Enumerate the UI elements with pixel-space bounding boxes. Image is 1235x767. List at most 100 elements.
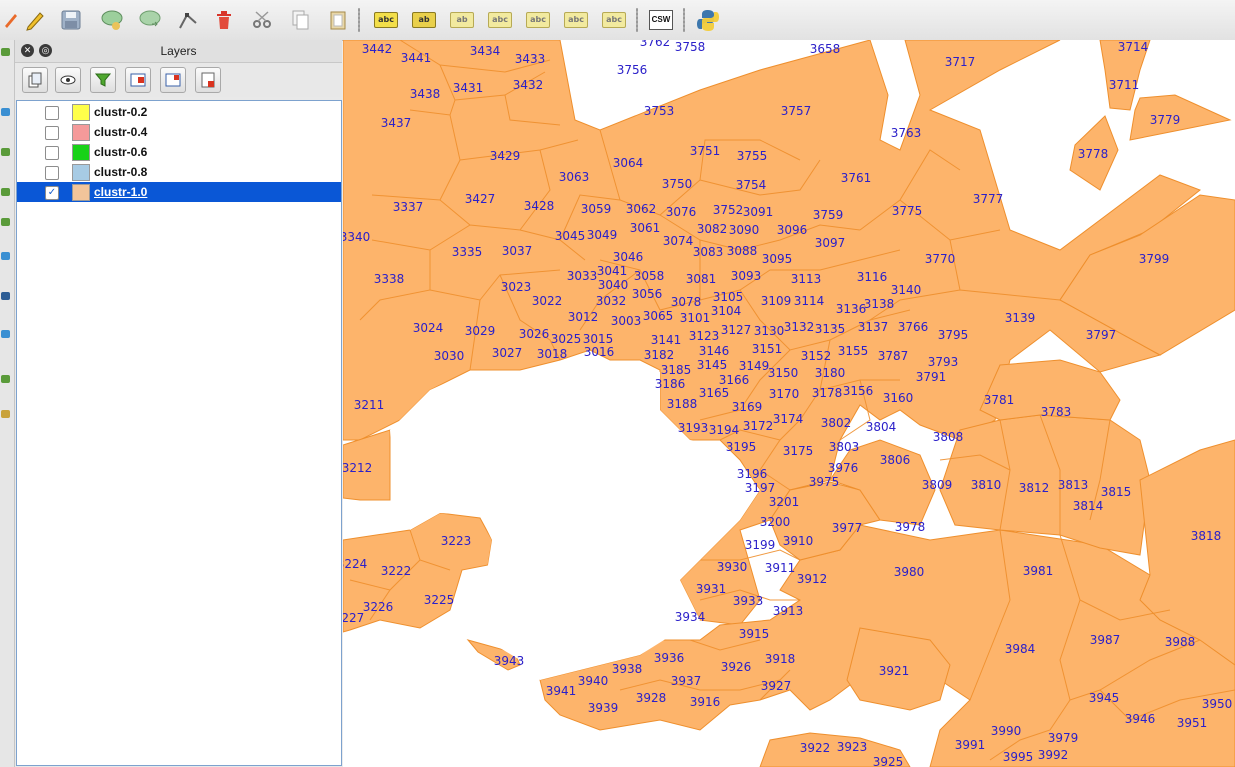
more-tools-icon[interactable] bbox=[1, 410, 10, 418]
polygon-label: 3116 bbox=[856, 270, 888, 284]
map-canvas[interactable]: 3442 3434 3762 3758 3658 3714 3441 3433 3717 3756… bbox=[343, 40, 1235, 767]
polygon-label: 3437 bbox=[380, 116, 412, 130]
polygon-label: 3939 bbox=[587, 701, 619, 715]
polygon-label: 3778 bbox=[1077, 147, 1109, 161]
polygon-label: 3756 bbox=[616, 63, 648, 77]
polygon-label: 3180 bbox=[814, 366, 846, 380]
polygon-label: 3814 bbox=[1072, 499, 1104, 513]
polygon-label: 3029 bbox=[464, 324, 496, 338]
polygon-label: 3224 bbox=[343, 557, 368, 571]
polygon-label: 3063 bbox=[558, 170, 590, 184]
add-wfs-icon[interactable] bbox=[1, 330, 10, 338]
polygon-label: 3139 bbox=[1004, 311, 1036, 325]
polygon-label: 3081 bbox=[685, 272, 717, 286]
polygon-label: 3991 bbox=[954, 738, 986, 752]
polygon-label: 3024 bbox=[412, 321, 444, 335]
add-vector-icon[interactable] bbox=[1, 148, 10, 156]
polygon-label: 3714 bbox=[1117, 40, 1149, 54]
add-postgis-icon[interactable] bbox=[1, 188, 10, 196]
layer-row-clustr-0.4[interactable]: clustr-0.4 bbox=[17, 122, 341, 142]
polygon-label: 3711 bbox=[1108, 78, 1140, 92]
python-console-icon[interactable] bbox=[694, 6, 722, 34]
polygon-label: 3779 bbox=[1149, 113, 1181, 127]
node-tool-icon[interactable] bbox=[174, 6, 202, 34]
polygon-label: 3165 bbox=[698, 386, 730, 400]
polygon-label: 3003 bbox=[610, 314, 642, 328]
polygon-label: 3109 bbox=[760, 294, 792, 308]
manage-visibility-icon[interactable] bbox=[55, 67, 81, 93]
polygon-label: 3766 bbox=[897, 320, 929, 334]
polygon-label: 3799 bbox=[1138, 252, 1170, 266]
polygon-label: 3429 bbox=[489, 149, 521, 163]
layer-visibility-checkbox[interactable] bbox=[45, 146, 59, 160]
move-label-icon[interactable]: abc bbox=[524, 6, 552, 34]
add-raster-icon[interactable] bbox=[1, 108, 10, 116]
layers-panel: ✕ ◎ Layers clustr-0.2 clustr-0.4 clustr-… bbox=[15, 40, 342, 767]
csw-icon[interactable]: CSW bbox=[647, 6, 675, 34]
polygon-label: 3200 bbox=[759, 515, 791, 529]
polygon-label: 3130 bbox=[753, 324, 785, 338]
remove-layer-icon[interactable] bbox=[195, 67, 221, 93]
layer-labeling-icon[interactable]: ab bbox=[410, 6, 438, 34]
polygon-label: 3427 bbox=[464, 192, 496, 206]
polygon-label: 3078 bbox=[670, 295, 702, 309]
collapse-all-icon[interactable] bbox=[160, 67, 186, 93]
layer-row-clustr-0.6[interactable]: clustr-0.6 bbox=[17, 142, 341, 162]
polygon-label: 3195 bbox=[725, 440, 757, 454]
save-edits-icon[interactable] bbox=[57, 6, 85, 34]
add-spatialite-icon[interactable] bbox=[1, 218, 10, 226]
layer-visibility-checkbox[interactable] bbox=[45, 126, 59, 140]
polygon-label: 3045 bbox=[554, 229, 586, 243]
polygon-label: 3137 bbox=[857, 320, 889, 334]
polygon-label: 3930 bbox=[716, 560, 748, 574]
add-delimited-icon[interactable] bbox=[1, 375, 10, 383]
polygon-label: 3064 bbox=[612, 156, 644, 170]
change-label-icon[interactable]: abc bbox=[600, 6, 628, 34]
polygon-label: 3025 bbox=[550, 332, 582, 346]
polygon-label: 3754 bbox=[735, 178, 767, 192]
move-feature-icon[interactable] bbox=[136, 6, 164, 34]
layer-row-clustr-0.8[interactable]: clustr-0.8 bbox=[17, 162, 341, 182]
pencil-icon[interactable] bbox=[21, 6, 49, 34]
polygon-label: 3795 bbox=[937, 328, 969, 342]
layer-row-clustr-0.2[interactable]: clustr-0.2 bbox=[17, 102, 341, 122]
add-wcs-icon[interactable] bbox=[1, 292, 10, 300]
polygon-label: 3151 bbox=[751, 342, 783, 356]
polygon-label: 3083 bbox=[692, 245, 724, 259]
add-layer-icon[interactable] bbox=[1, 48, 10, 56]
polygon-label: 3097 bbox=[814, 236, 846, 250]
rotate-label-icon[interactable]: abc bbox=[562, 6, 590, 34]
layer-row-clustr-1.0[interactable]: ✓ clustr-1.0 bbox=[17, 182, 341, 202]
polygon-label: 3140 bbox=[890, 283, 922, 297]
polygon-label: 3984 bbox=[1004, 642, 1036, 656]
polygon-label: 3803 bbox=[828, 440, 860, 454]
polygon-label: 3027 bbox=[491, 346, 523, 360]
polygon-label: 3753 bbox=[643, 104, 675, 118]
add-feature-icon[interactable] bbox=[98, 6, 126, 34]
layer-visibility-checkbox[interactable]: ✓ bbox=[45, 186, 59, 200]
delete-selected-icon[interactable] bbox=[210, 6, 238, 34]
layer-name: clustr-0.4 bbox=[94, 125, 148, 139]
show-hide-labels-icon[interactable]: abc bbox=[486, 6, 514, 34]
polygon-label: 3775 bbox=[891, 204, 923, 218]
paste-features-icon[interactable] bbox=[324, 6, 352, 34]
layer-visibility-checkbox[interactable] bbox=[45, 166, 59, 180]
polygon-label: 3093 bbox=[730, 269, 762, 283]
layers-tree: clustr-0.2 clustr-0.4 clustr-0.6 clustr-… bbox=[16, 100, 342, 766]
polygon-label: 3658 bbox=[809, 42, 841, 56]
add-group-icon[interactable] bbox=[22, 67, 48, 93]
polygon-label: 3096 bbox=[776, 223, 808, 237]
add-wms-icon[interactable] bbox=[1, 252, 10, 260]
pin-labels-icon[interactable]: ab bbox=[448, 6, 476, 34]
polygon-label: 3199 bbox=[744, 538, 776, 552]
copy-features-icon[interactable] bbox=[286, 6, 314, 34]
polygon-label: 3926 bbox=[720, 660, 752, 674]
polygon-label: 3056 bbox=[631, 287, 663, 301]
filter-legend-icon[interactable] bbox=[90, 67, 116, 93]
cut-features-icon[interactable] bbox=[248, 6, 276, 34]
toolbar-separator bbox=[358, 8, 360, 32]
layer-name: clustr-1.0 bbox=[94, 185, 148, 199]
label-icon[interactable]: abc bbox=[372, 6, 400, 34]
layer-visibility-checkbox[interactable] bbox=[45, 106, 59, 120]
expand-all-icon[interactable] bbox=[125, 67, 151, 93]
